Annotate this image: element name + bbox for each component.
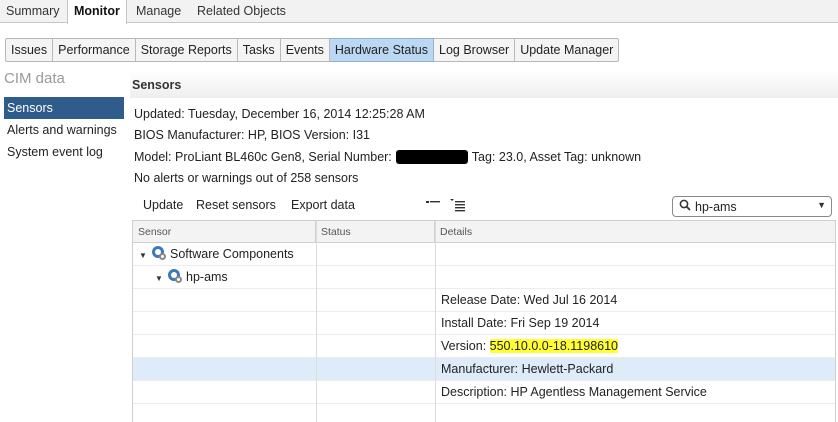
tree-label-hp-ams: hp-ams (186, 270, 228, 284)
tab-monitor[interactable]: Monitor (67, 0, 127, 24)
table-row-selected[interactable]: Manufacturer: Hewlett-Packard (133, 358, 835, 381)
cim-data-title: CIM data (4, 70, 65, 87)
updated-text: Updated: Tuesday, December 16, 2014 12:2… (134, 107, 425, 121)
version-value: 550.10.0.0-18.1198610 (489, 339, 618, 353)
table-row[interactable]: Version: 550.10.0.0-18.1198610 (133, 335, 835, 358)
table-row[interactable]: Install Date: Fri Sep 19 2014 (133, 312, 835, 335)
software-component-icon (167, 268, 183, 284)
tree-row-hp-ams[interactable]: ▼ hp-ams (133, 266, 835, 289)
tree-row-software-components[interactable]: ▼ Software Components (133, 243, 835, 266)
tab-summary[interactable]: Summary (0, 0, 65, 23)
expand-all-icon[interactable] (450, 198, 466, 215)
alerts-summary: No alerts or warnings out of 258 sensors (134, 171, 359, 185)
column-header-details[interactable]: Details (435, 221, 835, 243)
filter-value: hp-ams (695, 200, 737, 214)
sensors-panel: Sensors Updated: Tuesday, December 16, 2… (130, 70, 838, 422)
sensor-filter-select[interactable]: hp-ams ▼ (672, 196, 832, 217)
top-tab-bar: Summary Monitor Manage Related Objects (0, 0, 838, 24)
column-header-sensor[interactable]: Sensor (133, 221, 316, 243)
subtab-performance[interactable]: Performance (53, 38, 136, 62)
table-row[interactable]: Description: HP Agentless Management Ser… (133, 381, 835, 404)
tab-related-objects[interactable]: Related Objects (191, 0, 292, 23)
collapse-all-icon[interactable] (426, 198, 442, 213)
nav-sensors[interactable]: Sensors (4, 97, 124, 119)
search-icon (679, 199, 691, 214)
column-divider (316, 221, 317, 422)
expand-arrow-icon[interactable]: ▼ (155, 268, 167, 290)
sub-tab-bar: Issues Performance Storage Reports Tasks… (5, 38, 620, 62)
tag-text: Tag: 23.0, Asset Tag: unknown (471, 150, 642, 164)
grid-header: Sensor Status Details (133, 221, 835, 243)
version-label: Version: (441, 339, 490, 353)
subtab-hardware-status[interactable]: Hardware Status (329, 38, 435, 62)
update-button[interactable]: Update (143, 198, 183, 212)
sensor-grid: Sensor Status Details ▼ Software Componen… (132, 220, 836, 422)
model-line: Model: ProLiant BL460c Gen8, Serial Numb… (134, 150, 641, 164)
bios-text: BIOS Manufacturer: HP, BIOS Version: I31 (134, 128, 370, 142)
detail-install-date: Install Date: Fri Sep 19 2014 (441, 316, 600, 330)
table-row[interactable] (133, 404, 835, 422)
column-header-status[interactable]: Status (316, 221, 435, 243)
detail-release-date: Release Date: Wed Jul 16 2014 (441, 293, 618, 307)
column-divider (435, 221, 436, 422)
subtab-issues[interactable]: Issues (5, 38, 54, 62)
detail-version: Version: 550.10.0.0-18.1198610 (441, 335, 618, 358)
tab-manage[interactable]: Manage (130, 0, 187, 23)
model-text: Model: ProLiant BL460c Gen8, Serial Numb… (134, 150, 392, 164)
chevron-down-icon: ▼ (817, 200, 826, 210)
panel-header: Sensors (130, 70, 838, 98)
subtab-tasks[interactable]: Tasks (237, 38, 281, 62)
nav-system-event-log[interactable]: System event log (4, 141, 124, 163)
nav-alerts-and-warnings[interactable]: Alerts and warnings (4, 119, 124, 141)
detail-manufacturer: Manufacturer: Hewlett-Packard (441, 362, 614, 376)
software-component-icon (151, 245, 167, 261)
redacted-serial (395, 150, 468, 164)
subtab-update-manager[interactable]: Update Manager (515, 38, 620, 62)
subtab-events[interactable]: Events (280, 38, 330, 62)
subtab-storage-reports[interactable]: Storage Reports (135, 38, 238, 62)
subtab-log-browser[interactable]: Log Browser (434, 38, 516, 62)
reset-sensors-button[interactable]: Reset sensors (196, 198, 276, 212)
expand-arrow-icon[interactable]: ▼ (139, 245, 151, 267)
panel-title: Sensors (132, 78, 182, 92)
tree-label-software-components: Software Components (170, 247, 294, 261)
table-row[interactable]: Release Date: Wed Jul 16 2014 (133, 289, 835, 312)
detail-description: Description: HP Agentless Management Ser… (441, 385, 707, 399)
export-data-button[interactable]: Export data (291, 198, 355, 212)
